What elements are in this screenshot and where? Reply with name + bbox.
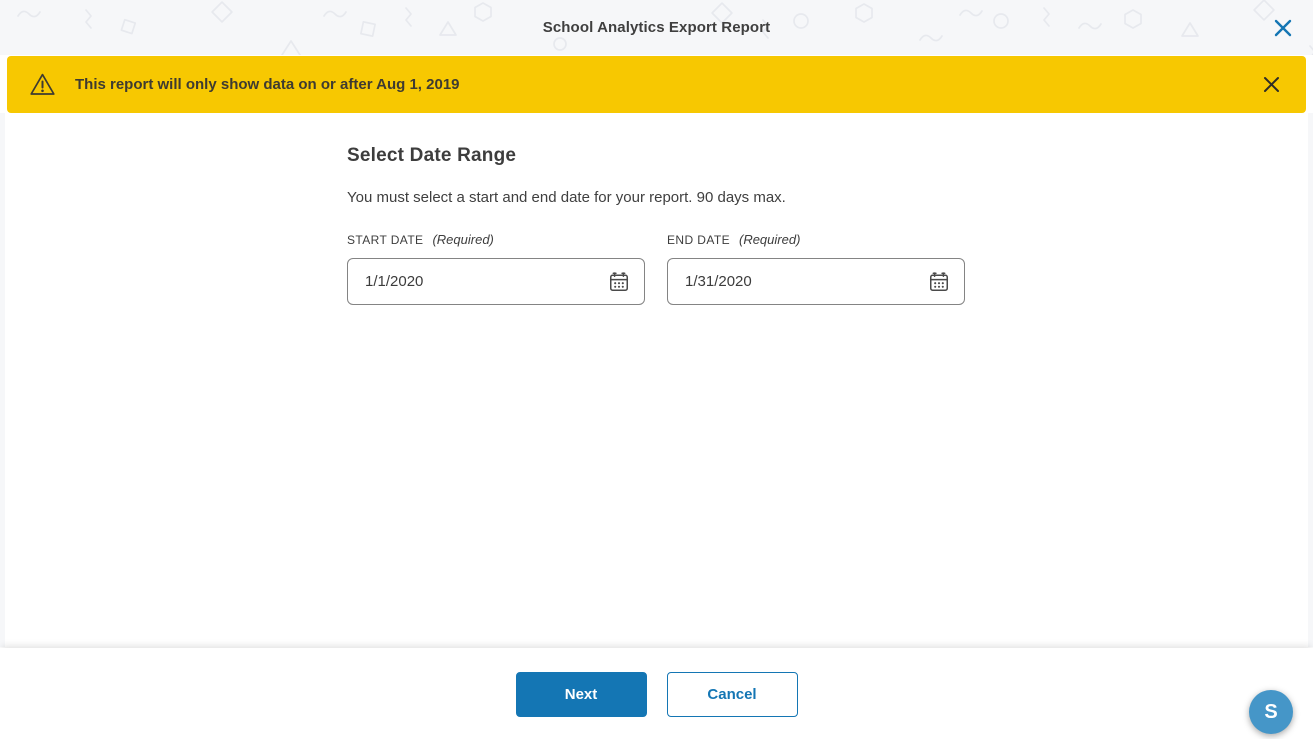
warning-banner-close-button[interactable] xyxy=(1256,70,1286,100)
end-date-calendar-button[interactable] xyxy=(923,266,955,298)
start-date-input-wrap xyxy=(347,258,645,305)
start-date-field: START DATE (Required) xyxy=(347,232,645,305)
support-chat-label: S xyxy=(1264,701,1277,724)
page-background-gutter-right xyxy=(1308,113,1313,647)
support-chat-button[interactable]: S xyxy=(1249,690,1293,734)
warning-banner: This report will only show data on or af… xyxy=(7,56,1306,113)
next-button[interactable]: Next xyxy=(516,672,647,717)
page-title: Select Date Range xyxy=(347,143,967,169)
calendar-icon xyxy=(607,270,631,294)
page-background-gutter-left xyxy=(0,113,5,647)
end-date-label: END DATE xyxy=(667,233,730,247)
end-date-input-wrap xyxy=(667,258,965,305)
date-range-form: Select Date Range You must select a star… xyxy=(347,143,967,305)
end-date-label-row: END DATE (Required) xyxy=(667,232,965,247)
close-icon xyxy=(1274,19,1292,37)
modal-title: School Analytics Export Report xyxy=(543,19,770,36)
modal-close-button[interactable] xyxy=(1269,14,1297,42)
modal-footer: Next Cancel xyxy=(0,648,1313,739)
modal-header: School Analytics Export Report xyxy=(0,0,1313,55)
calendar-icon xyxy=(927,270,951,294)
start-date-label-row: START DATE (Required) xyxy=(347,232,645,247)
start-date-input[interactable] xyxy=(347,258,645,305)
end-date-required-note: (Required) xyxy=(739,232,800,247)
form-description: You must select a start and end date for… xyxy=(347,188,967,208)
warning-banner-text: This report will only show data on or af… xyxy=(75,76,460,93)
date-fields-row: START DATE (Required) xyxy=(347,232,967,305)
warning-triangle-icon xyxy=(29,72,57,98)
end-date-field: END DATE (Required) xyxy=(667,232,965,305)
start-date-calendar-button[interactable] xyxy=(603,266,635,298)
start-date-required-note: (Required) xyxy=(432,232,493,247)
close-icon xyxy=(1263,76,1280,93)
cancel-button[interactable]: Cancel xyxy=(667,672,798,717)
end-date-input[interactable] xyxy=(667,258,965,305)
start-date-label: START DATE xyxy=(347,233,423,247)
